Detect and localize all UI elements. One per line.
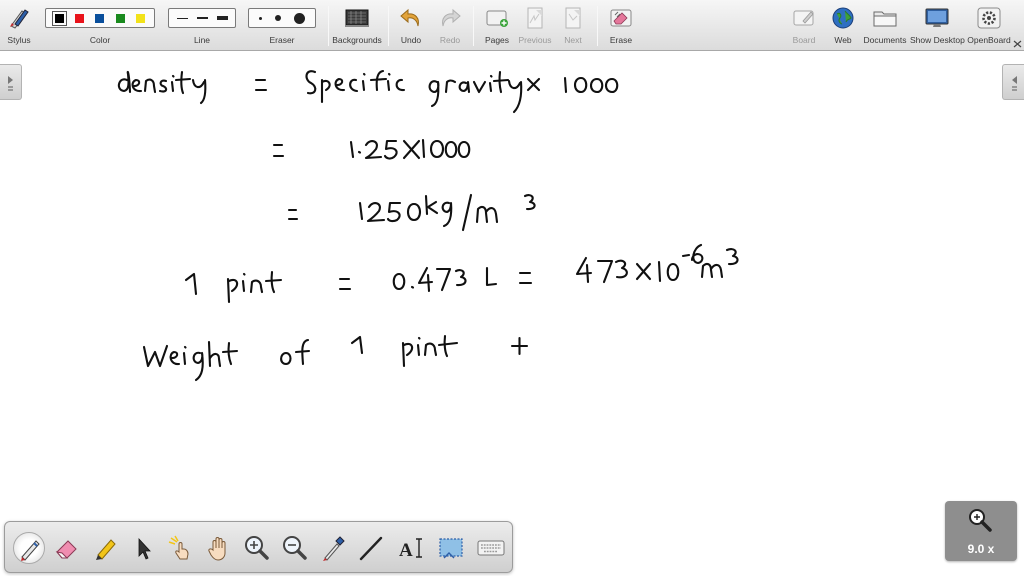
ink-line-1250-kg-per-m3 (287, 193, 536, 232)
eraser-tool-icon (55, 540, 77, 559)
pen-tool-icon (21, 540, 40, 561)
zoom-in-button[interactable] (241, 532, 273, 564)
hand-pan-icon (208, 537, 226, 561)
pen-tool-button[interactable] (13, 532, 45, 564)
laser-pointer-button[interactable] (165, 532, 197, 564)
ink-line-density-equation (117, 69, 619, 114)
zoom-out-button[interactable] (279, 532, 311, 564)
pointer-tool-button[interactable] (127, 532, 159, 564)
whiteboard-canvas[interactable] (0, 52, 1024, 576)
pointer-arrow-icon (138, 537, 151, 560)
zoom-indicator[interactable]: 9.0 x (945, 501, 1017, 561)
marker-tool-icon (96, 539, 116, 560)
zoom-out-icon (283, 536, 307, 560)
text-tool-button[interactable]: A (395, 532, 427, 564)
bottom-tool-palette: A (4, 521, 513, 573)
pipette-icon (323, 536, 345, 561)
eraser-tool-button[interactable] (51, 532, 83, 564)
keyboard-icon (477, 540, 505, 556)
line-tool-button[interactable] (355, 532, 387, 564)
capture-tool-icon (439, 538, 463, 559)
svg-text:A: A (399, 540, 413, 561)
pipette-tool-button[interactable] (317, 532, 349, 564)
zoom-in-icon (245, 536, 269, 560)
ink-line-pint-conversion (184, 243, 739, 304)
marker-tool-button[interactable] (89, 532, 121, 564)
virtual-keyboard-button[interactable] (475, 532, 507, 564)
line-tool-icon (359, 536, 383, 561)
capture-tool-button[interactable] (435, 532, 467, 564)
zoom-level-text: 9.0 x (967, 542, 995, 556)
handwritten-ink-strokes (117, 69, 739, 382)
ink-line-1-25-times-1000 (272, 138, 471, 160)
text-tool-icon: A (399, 538, 422, 561)
ink-line-weight-of-1-pint (142, 334, 529, 382)
zoom-magnifier-icon (969, 509, 992, 532)
hand-pan-button[interactable] (203, 532, 235, 564)
laser-pointer-icon (168, 535, 189, 560)
